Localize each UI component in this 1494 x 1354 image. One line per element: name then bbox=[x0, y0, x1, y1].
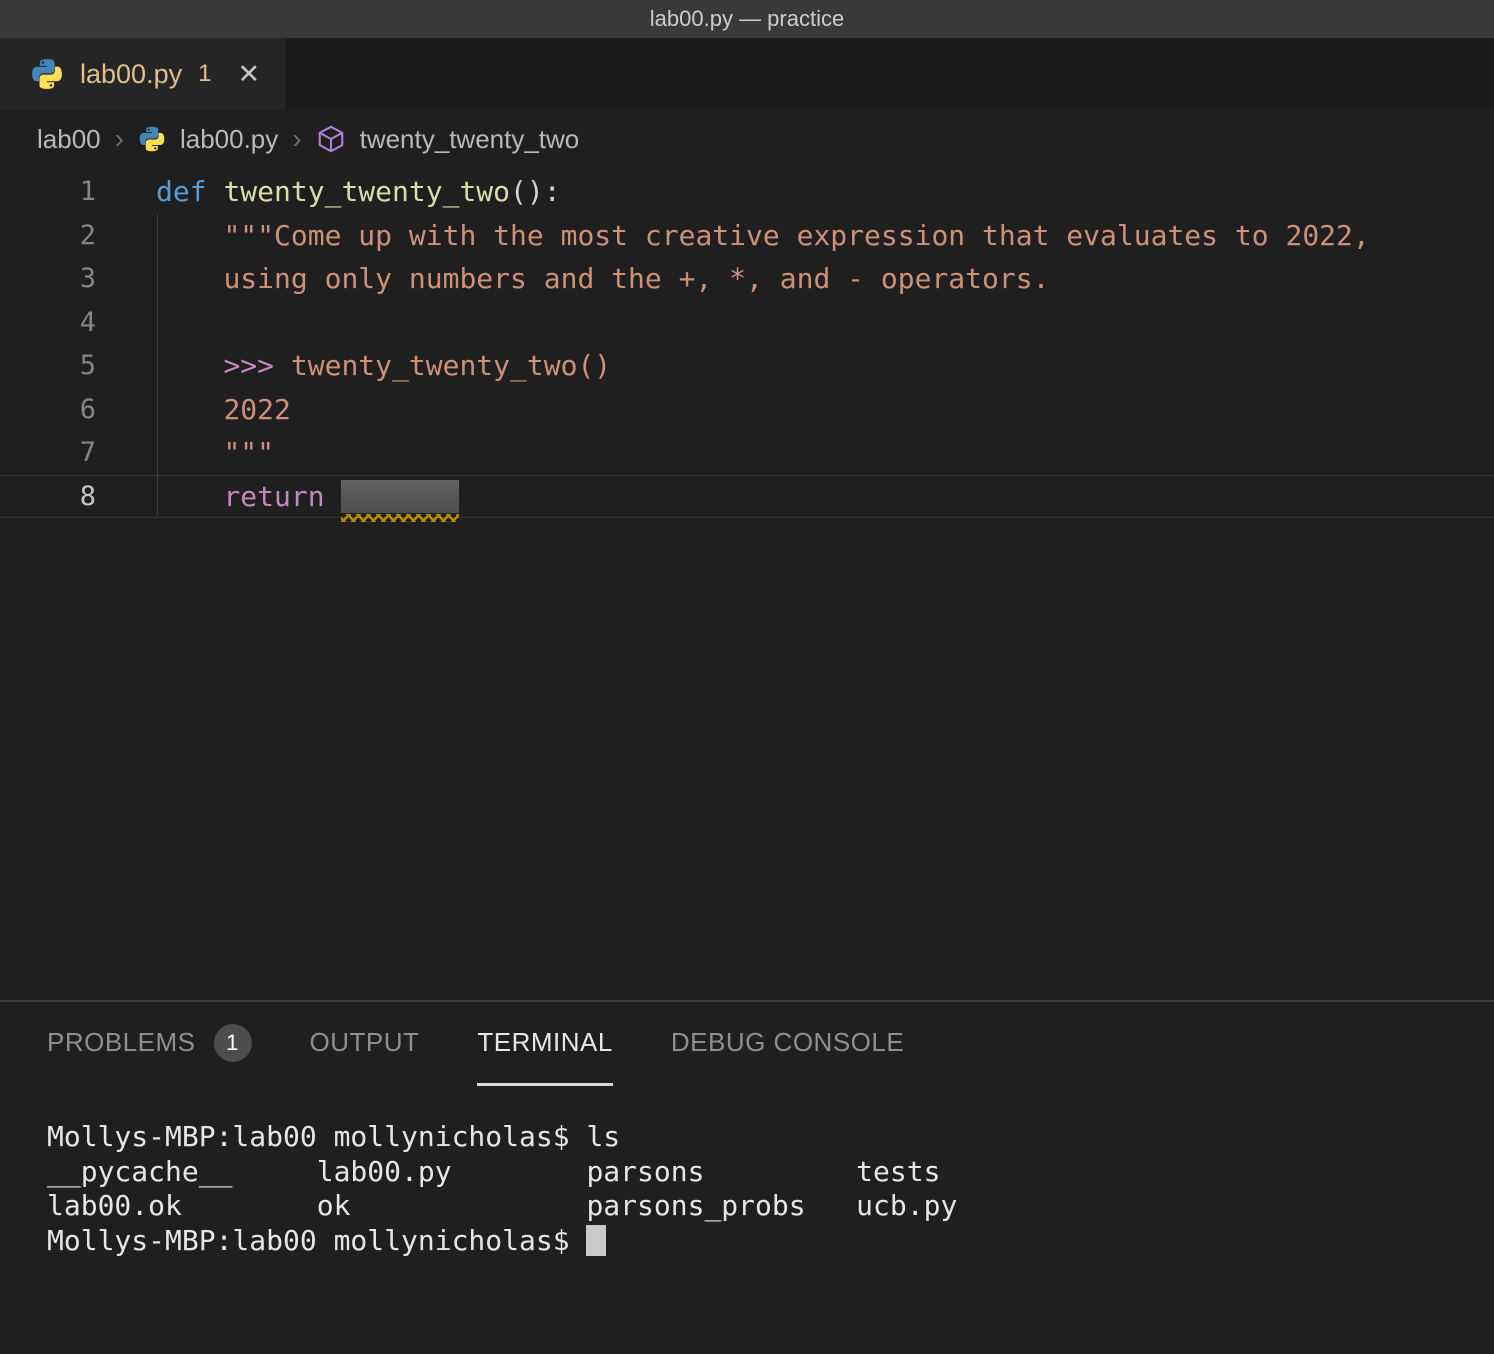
tab-problem-count: 1 bbox=[198, 60, 211, 88]
breadcrumb-item-symbol[interactable]: twenty_twenty_two bbox=[360, 124, 580, 155]
snippet-placeholder[interactable] bbox=[341, 480, 459, 513]
code-line[interactable]: 5 >>> twenty_twenty_two() bbox=[0, 344, 1494, 388]
breadcrumb-item-folder[interactable]: lab00 bbox=[37, 124, 101, 155]
line-number: 3 bbox=[0, 263, 96, 294]
window-title: lab00.py — practice bbox=[650, 6, 844, 32]
code-line[interactable]: 1 def twenty_twenty_two(): bbox=[0, 170, 1494, 214]
code-token bbox=[156, 262, 223, 295]
panel-tab-debug-console[interactable]: DEBUG CONSOLE bbox=[671, 1002, 904, 1086]
code-line[interactable]: 8 return bbox=[0, 475, 1494, 519]
line-number: 6 bbox=[0, 394, 96, 425]
code-token: >>> bbox=[223, 349, 274, 382]
code-text: using only numbers and the +, *, and - o… bbox=[156, 262, 1049, 295]
titlebar: lab00.py — practice bbox=[0, 0, 1494, 38]
line-number: 7 bbox=[0, 437, 96, 468]
code-text: """Come up with the most creative expres… bbox=[156, 219, 1370, 252]
terminal-text: Mollys-MBP:lab00 mollynicholas$ ls bbox=[47, 1120, 620, 1153]
code-token: """ bbox=[223, 436, 274, 469]
indent-guide bbox=[157, 214, 158, 516]
terminal-line: Mollys-MBP:lab00 mollynicholas$ ls bbox=[47, 1120, 1494, 1155]
panel-tab-terminal[interactable]: TERMINAL bbox=[477, 1002, 612, 1086]
panel-tab-output[interactable]: OUTPUT bbox=[310, 1002, 420, 1086]
panel-tab-label: PROBLEMS bbox=[47, 1027, 196, 1058]
panel-tab-label: DEBUG CONSOLE bbox=[671, 1027, 904, 1058]
code-token bbox=[156, 436, 223, 469]
code-token bbox=[156, 480, 223, 513]
terminal-text: lab00.ok ok parsons_probs ucb.py bbox=[47, 1189, 957, 1222]
terminal-output[interactable]: Mollys-MBP:lab00 mollynicholas$ ls__pyca… bbox=[0, 1086, 1494, 1258]
line-number: 1 bbox=[0, 176, 96, 207]
line-number: 2 bbox=[0, 220, 96, 251]
code-token: def bbox=[156, 175, 207, 208]
bottom-panel: PROBLEMS 1 OUTPUT TERMINAL DEBUG CONSOLE… bbox=[0, 1000, 1494, 1352]
code-line[interactable]: 7 """ bbox=[0, 431, 1494, 475]
tab-bar: lab00.py 1 ✕ bbox=[0, 38, 1494, 110]
symbol-method-cube-icon bbox=[316, 124, 346, 154]
code-token: twenty_twenty_two bbox=[223, 175, 510, 208]
tab-close-icon[interactable]: ✕ bbox=[237, 59, 260, 90]
code-token: return bbox=[223, 480, 324, 513]
python-icon bbox=[138, 125, 166, 153]
code-token: (): bbox=[510, 175, 561, 208]
panel-tab-bar: PROBLEMS 1 OUTPUT TERMINAL DEBUG CONSOLE bbox=[0, 1002, 1494, 1086]
tab-label: lab00.py bbox=[80, 59, 182, 90]
code-text: return bbox=[156, 480, 459, 513]
code-line[interactable]: 2 """Come up with the most creative expr… bbox=[0, 214, 1494, 258]
panel-tab-label: TERMINAL bbox=[477, 1027, 612, 1058]
python-icon bbox=[30, 57, 64, 91]
code-line[interactable]: 4 bbox=[0, 301, 1494, 345]
chevron-right-icon: › bbox=[115, 123, 124, 155]
line-number: 8 bbox=[0, 481, 96, 512]
code-token bbox=[207, 175, 224, 208]
code-text: 2022 bbox=[156, 393, 291, 426]
code-lines: 1 def twenty_twenty_two(): 2 """Come up wi… bbox=[0, 168, 1494, 518]
code-line[interactable]: 6 2022 bbox=[0, 388, 1494, 432]
breadcrumb-item-file[interactable]: lab00.py bbox=[180, 124, 278, 155]
line-number: 4 bbox=[0, 307, 96, 338]
problems-count-badge: 1 bbox=[214, 1024, 252, 1062]
code-token bbox=[156, 349, 223, 382]
terminal-line: Mollys-MBP:lab00 mollynicholas$ bbox=[47, 1224, 1494, 1259]
code-token: using only numbers and the +, *, and - o… bbox=[223, 262, 1049, 295]
code-token bbox=[156, 393, 223, 426]
line-number: 5 bbox=[0, 350, 96, 381]
code-text: def twenty_twenty_two(): bbox=[156, 175, 561, 208]
code-token: twenty_twenty_two() bbox=[274, 349, 611, 382]
breadcrumb: lab00 › lab00.py › twenty_twenty_two bbox=[0, 110, 1494, 168]
code-editor[interactable]: 1 def twenty_twenty_two(): 2 """Come up wi… bbox=[0, 168, 1494, 1000]
chevron-right-icon: › bbox=[292, 123, 301, 155]
code-token bbox=[156, 219, 223, 252]
editor-tab-lab00[interactable]: lab00.py 1 ✕ bbox=[0, 38, 286, 110]
terminal-line: __pycache__ lab00.py parsons tests bbox=[47, 1155, 1494, 1190]
code-token: 2022 bbox=[223, 393, 290, 426]
panel-tab-label: OUTPUT bbox=[310, 1027, 420, 1058]
code-line[interactable]: 3 using only numbers and the +, *, and -… bbox=[0, 257, 1494, 301]
terminal-cursor bbox=[586, 1225, 606, 1256]
code-text: >>> twenty_twenty_two() bbox=[156, 349, 611, 382]
terminal-text: __pycache__ lab00.py parsons tests bbox=[47, 1155, 940, 1188]
code-token bbox=[325, 480, 342, 513]
terminal-line: lab00.ok ok parsons_probs ucb.py bbox=[47, 1189, 1494, 1224]
terminal-text: Mollys-MBP:lab00 mollynicholas$ bbox=[47, 1224, 586, 1257]
code-text: """ bbox=[156, 436, 274, 469]
code-token: """Come up with the most creative expres… bbox=[223, 219, 1369, 252]
panel-tab-problems[interactable]: PROBLEMS 1 bbox=[47, 1002, 252, 1086]
